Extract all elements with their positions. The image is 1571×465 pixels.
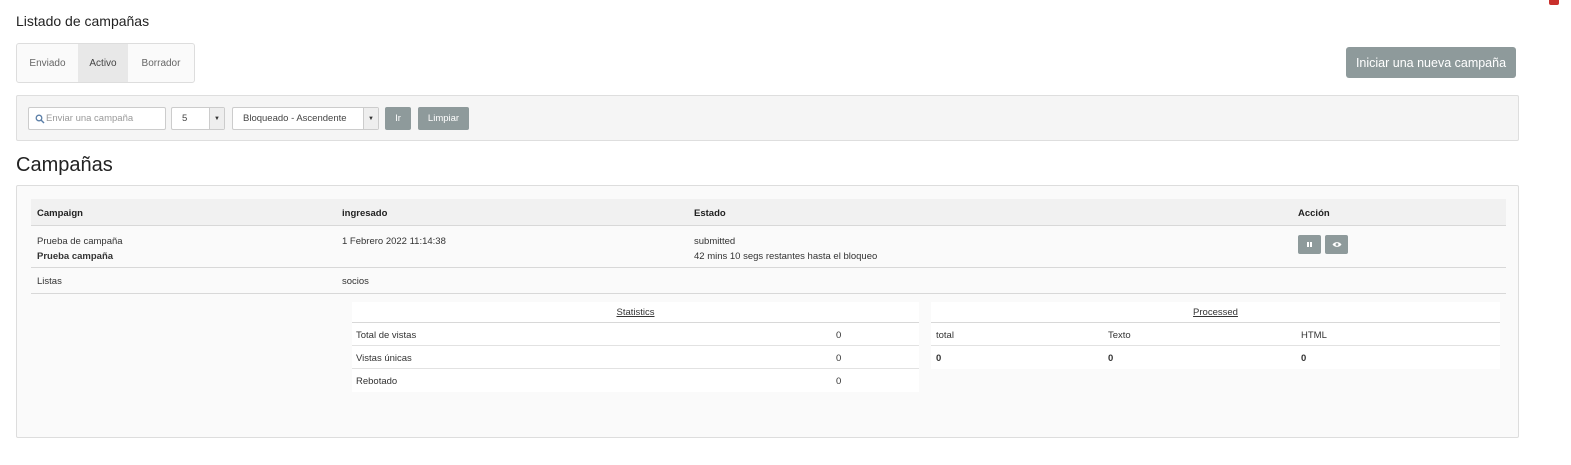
stat-row: Rebotado 0 bbox=[352, 369, 919, 392]
stat-row: Vistas únicas 0 bbox=[352, 346, 919, 369]
status-text: submitted bbox=[694, 236, 736, 247]
lists-label: Listas bbox=[37, 276, 62, 287]
header-entered: ingresado bbox=[342, 208, 388, 219]
filter-bar: 5 ▼ Bloqueado - Ascendente ▼ Ir Limpiar bbox=[16, 95, 1519, 141]
pause-button[interactable] bbox=[1298, 235, 1321, 254]
caret-down-icon[interactable]: ▼ bbox=[209, 108, 224, 129]
processed-header-row: total Texto HTML bbox=[931, 323, 1500, 346]
per-page-select[interactable]: 5 ▼ bbox=[171, 107, 225, 130]
processed-header-text: Texto bbox=[1108, 330, 1131, 341]
stat-value: 0 bbox=[836, 376, 842, 387]
stat-value: 0 bbox=[836, 330, 842, 341]
header-status: Estado bbox=[694, 208, 726, 219]
go-button[interactable]: Ir bbox=[385, 107, 411, 130]
eye-icon bbox=[1332, 242, 1341, 247]
search-input[interactable] bbox=[46, 113, 164, 124]
processed-table: Processed total Texto HTML 0 0 0 bbox=[931, 302, 1500, 369]
sort-value: Bloqueado - Ascendente bbox=[243, 113, 347, 124]
processed-text: 0 bbox=[1108, 353, 1114, 364]
header-action: Acción bbox=[1298, 208, 1330, 219]
processed-values-row: 0 0 0 bbox=[931, 346, 1500, 369]
processed-title[interactable]: Processed bbox=[1193, 307, 1238, 318]
processed-header-total: total bbox=[936, 330, 954, 341]
sort-select[interactable]: Bloqueado - Ascendente ▼ bbox=[232, 107, 379, 130]
statistics-table: Statistics Total de vistas 0 Vistas únic… bbox=[352, 302, 919, 392]
processed-html: 0 bbox=[1301, 353, 1307, 364]
lists-row: Listas socios bbox=[31, 268, 1506, 294]
search-icon bbox=[35, 114, 45, 123]
processed-total: 0 bbox=[936, 353, 942, 364]
tab-enviado[interactable]: Enviado bbox=[17, 44, 78, 82]
tab-borrador[interactable]: Borrador bbox=[128, 44, 194, 82]
new-campaign-button[interactable]: Iniciar una nueva campaña bbox=[1346, 47, 1516, 78]
pause-icon bbox=[1307, 242, 1312, 247]
table-header: Campaign ingresado Estado Acción bbox=[31, 199, 1506, 226]
notification-badge bbox=[1549, 0, 1559, 5]
header-campaign: Campaign bbox=[37, 208, 83, 219]
search-field[interactable] bbox=[28, 107, 166, 130]
entered-date: 1 Febrero 2022 11:14:38 bbox=[342, 236, 446, 247]
campaign-name: Prueba campaña bbox=[37, 251, 114, 262]
stat-label: Total de vistas bbox=[356, 330, 417, 341]
status-detail: 42 mins 10 segs restantes hasta el bloqu… bbox=[694, 251, 878, 262]
status-tabs: Enviado Activo Borrador bbox=[16, 43, 195, 83]
section-title: Campañas bbox=[16, 154, 113, 176]
stat-value: 0 bbox=[836, 353, 842, 364]
stat-label: Vistas únicas bbox=[356, 353, 412, 364]
lists-value: socios bbox=[342, 276, 369, 287]
status-cell: submitted 42 mins 10 segs restantes hast… bbox=[694, 234, 877, 264]
tab-activo[interactable]: Activo bbox=[78, 44, 128, 82]
view-button[interactable] bbox=[1325, 235, 1348, 254]
campaigns-panel: Campaign ingresado Estado Acción Prueba … bbox=[16, 185, 1519, 438]
table-row: Prueba de campaña Prueba campaña 1 Febre… bbox=[31, 226, 1506, 268]
page-title: Listado de campañas bbox=[16, 13, 150, 29]
campaign-cell: Prueba de campaña Prueba campaña bbox=[37, 234, 123, 264]
campaign-label: Prueba de campaña bbox=[37, 236, 123, 247]
stat-label: Rebotado bbox=[356, 376, 398, 387]
per-page-value: 5 bbox=[182, 113, 188, 124]
stat-row: Total de vistas 0 bbox=[352, 323, 919, 346]
clear-button[interactable]: Limpiar bbox=[418, 107, 469, 130]
processed-header-html: HTML bbox=[1301, 330, 1327, 341]
caret-down-icon[interactable]: ▼ bbox=[363, 108, 378, 129]
statistics-title[interactable]: Statistics bbox=[616, 307, 654, 318]
